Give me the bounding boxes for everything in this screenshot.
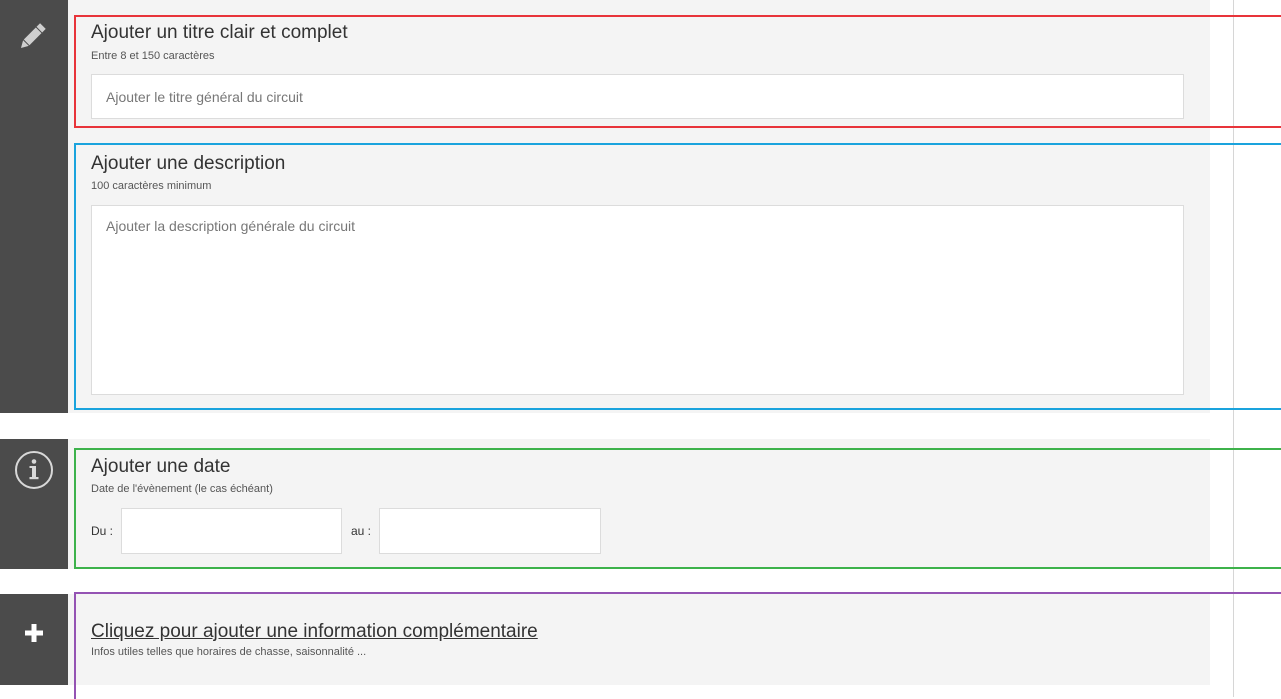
title-heading: Ajouter un titre clair et complet [91,22,348,43]
pencil-icon [20,23,46,49]
date-to-label: au : [351,524,372,538]
page-divider [1233,0,1234,697]
date-from-input[interactable] [121,508,342,554]
title-hint: Entre 8 et 150 caractères [91,50,215,62]
date-to-input[interactable] [379,508,601,554]
description-textarea[interactable] [91,205,1184,395]
plus-icon[interactable] [24,623,44,643]
date-heading: Ajouter une date [91,456,231,477]
extra-sidebar[interactable] [0,594,68,685]
description-heading: Ajouter une description [91,153,286,174]
date-hint: Date de l'évènement (le cas échéant) [91,483,273,495]
info-icon [15,451,53,489]
date-from-label: Du : [91,524,114,538]
extra-hint: Infos utiles telles que horaires de chas… [91,646,367,658]
add-extra-info-link[interactable]: Cliquez pour ajouter une information com… [91,621,538,643]
title-input[interactable] [91,74,1184,119]
date-sidebar [0,439,68,569]
edit-sidebar [0,0,68,413]
description-hint: 100 caractères minimum [91,180,212,192]
